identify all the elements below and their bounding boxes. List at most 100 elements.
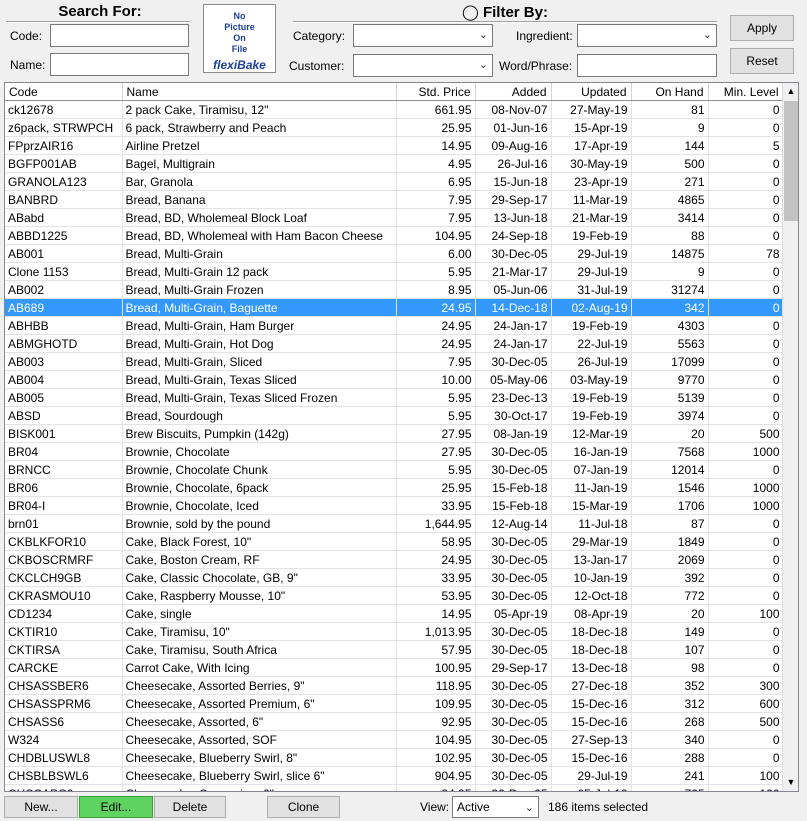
scroll-up-icon[interactable]: ▲ [783,83,798,100]
col-std-price[interactable]: Std. Price [396,83,476,101]
cell-on-hand: 241 [631,766,709,785]
cell-min-level: 0 [708,622,784,641]
table-row[interactable]: BISK001 Brew Biscuits, Pumpkin (142g) 27.9… [5,424,784,443]
table-row[interactable]: W324 Cheesecake, Assorted, SOF 104.95 30-De… [5,730,784,749]
table-row[interactable]: GRANOLA123 Bar, Granola 6.95 15-Jun-18 23-Ap… [5,172,784,191]
cell-updated: 15-Dec-16 [551,694,632,713]
table-row[interactable]: brn01 Brownie, sold by the pound 1,644.95 1… [5,514,784,533]
clone-button[interactable]: Clone [267,796,340,818]
table-row[interactable]: CKCLCH9GB Cake, Classic Chocolate, GB, 9"… [5,568,784,587]
category-select[interactable]: ⌄ [353,24,493,47]
edit-button[interactable]: Edit... [79,796,153,818]
cell-code: AB689 [5,298,123,317]
table-row[interactable]: AB001 Bread, Multi-Grain 6.00 30-Dec-05 29-J… [5,244,784,263]
cell-on-hand: 107 [631,640,709,659]
cell-name: Cake, single [122,604,397,623]
search-heading: Search For: [58,3,142,20]
table-row[interactable]: CKRASMOU10 Cake, Raspberry Mousse, 10" 53.… [5,586,784,605]
table-row[interactable]: ABabd Bread, BD, Wholemeal Block Loaf 7.95… [5,208,784,227]
cell-code: ABMGHOTD [5,334,123,353]
scrollbar-thumb[interactable] [784,101,798,221]
table-row[interactable]: AB689 Bread, Multi-Grain, Baguette 24.95 14… [5,298,784,317]
cell-std-price: 24.95 [396,550,476,569]
table-row[interactable]: CKTIR10 Cake, Tiramisu, 10" 1,013.95 30-Dec… [5,622,784,641]
cell-min-level: 0 [708,334,784,353]
customer-select[interactable]: ⌄ [353,54,493,77]
delete-button[interactable]: Delete [154,796,226,818]
table-row[interactable]: CD1234 Cake, single 14.95 05-Apr-19 08-Apr-1… [5,604,784,623]
table-row[interactable]: BANBRD Bread, Banana 7.95 29-Sep-17 11-Mar-1… [5,190,784,209]
view-select[interactable]: Active ⌄ [452,796,539,818]
cell-name: Bagel, Multigrain [122,154,397,173]
cell-std-price: 33.95 [396,496,476,515]
cell-added: 15-Jun-18 [475,172,552,191]
table-row[interactable]: CHSASSPRM6 Cheesecake, Assorted Premium, … [5,694,784,713]
col-updated[interactable]: Updated [551,83,632,101]
table-row[interactable]: ck12678 2 pack Cake, Tiramisu, 12" 661.95 0… [5,100,784,119]
table-row[interactable]: ABBD1225 Bread, BD, Wholemeal with Ham Ba… [5,226,784,245]
col-added[interactable]: Added [475,83,552,101]
col-name[interactable]: Name [122,83,397,101]
cell-on-hand: 500 [631,154,709,173]
table-row[interactable]: ABSD Bread, Sourdough 5.95 30-Oct-17 19-Feb-… [5,406,784,425]
col-code[interactable]: Code [5,83,123,101]
name-input[interactable] [50,53,189,76]
table-row[interactable]: BR04-I Brownie, Chocolate, Iced 33.95 15-Fe… [5,496,784,515]
apply-button[interactable]: Apply [730,15,794,41]
table-row[interactable]: CHSCAPC6Cheesecake, Cappucino, 6"34.9530… [5,784,784,791]
table-row[interactable]: CKBOSCRMRF Cake, Boston Cream, RF 24.95 30-… [5,550,784,569]
cell-code: AB005 [5,388,123,407]
code-input[interactable] [50,24,189,47]
table-row[interactable]: CHSASSBER6 Cheesecake, Assorted Berries, … [5,676,784,695]
ingredient-select[interactable]: ⌄ [577,24,717,47]
table-row[interactable]: CHSASS6 Cheesecake, Assorted, 6" 92.95 30-D… [5,712,784,731]
cell-on-hand: 87 [631,514,709,533]
table-row[interactable]: AB005 Bread, Multi-Grain, Texas Sliced Fr… [5,388,784,407]
cell-added: 30-Oct-17 [475,406,552,425]
table-row[interactable]: CHSBLBSWL6 Cheesecake, Blueberry Swirl, s… [5,766,784,785]
word-phrase-input[interactable] [577,54,717,77]
cell-code: z6pack, STRWPCH [5,118,123,137]
table-row[interactable]: AB004 Bread, Multi-Grain, Texas Sliced 10.… [5,370,784,389]
cell-name: Bread, Multi-Grain, Texas Sliced Frozen [122,388,397,407]
vertical-scrollbar[interactable]: ▲ ▼ [782,83,798,791]
table-row[interactable]: BR06 Brownie, Chocolate, 6pack 25.95 15-Feb… [5,478,784,497]
table-row[interactable]: Clone 1153 Bread, Multi-Grain 12 pack 5.95… [5,262,784,281]
cell-added: 30-Dec-05 [475,352,552,371]
scroll-down-icon[interactable]: ▼ [783,774,798,791]
cell-code: BR04 [5,442,123,461]
cell-min-level: 0 [708,370,784,389]
table-row[interactable]: AB002 Bread, Multi-Grain Frozen 8.95 05-Jun… [5,280,784,299]
table-row[interactable]: BR04 Brownie, Chocolate 27.95 30-Dec-05 16-J… [5,442,784,461]
cell-min-level: 0 [708,748,784,767]
cell-on-hand: 5563 [631,334,709,353]
table-row[interactable]: CKTIRSA Cake, Tiramisu, South Africa 57.95… [5,640,784,659]
table-row[interactable]: z6pack, STRWPCH 6 pack, Strawberry and Pe… [5,118,784,137]
cell-min-level: 0 [708,172,784,191]
table-row[interactable]: BRNCC Brownie, Chocolate Chunk 5.95 30-Dec-… [5,460,784,479]
table-row[interactable]: ABHBB Bread, Multi-Grain, Ham Burger 24.95… [5,316,784,335]
cell-code: CD1234 [5,604,123,623]
table-row[interactable]: ABMGHOTD Bread, Multi-Grain, Hot Dog 24.95… [5,334,784,353]
table-row[interactable]: CKBLKFOR10 Cake, Black Forest, 10" 58.95 30… [5,532,784,551]
cell-min-level: 500 [708,712,784,731]
cell-updated: 29-Jul-19 [551,766,632,785]
table-row[interactable]: AB003 Bread, Multi-Grain, Sliced 7.95 30-De… [5,352,784,371]
cell-added: 29-Sep-17 [475,190,552,209]
table-row[interactable]: FPprzAIR16 Airline Pretzel 14.95 09-Aug-16 1… [5,136,784,155]
reset-button[interactable]: Reset [730,48,794,74]
col-on-hand[interactable]: On Hand [631,83,709,101]
cell-std-price: 109.95 [396,694,476,713]
items-grid[interactable]: Code Name Std. Price Added Updated On Ha… [4,82,799,792]
cell-code: CKBLKFOR10 [5,532,123,551]
no-picture-text-1: No [233,11,246,21]
col-min-level[interactable]: Min. Level [708,83,784,101]
table-row[interactable]: CARCKE Carrot Cake, With Icing 100.95 29-Se… [5,658,784,677]
table-row[interactable]: CHDBLUSWL8 Cheesecake, Blueberry Swirl, 8… [5,748,784,767]
cell-name: Cake, Black Forest, 10" [122,532,397,551]
new-button[interactable]: New... [4,796,78,818]
cell-min-level: 0 [708,640,784,659]
table-row[interactable]: BGFP001AB Bagel, Multigrain 4.95 26-Jul-16 3… [5,154,784,173]
cell-std-price: 1,013.95 [396,622,476,641]
cell-name: Bread, BD, Wholemeal with Ham Bacon Chee… [122,226,397,245]
